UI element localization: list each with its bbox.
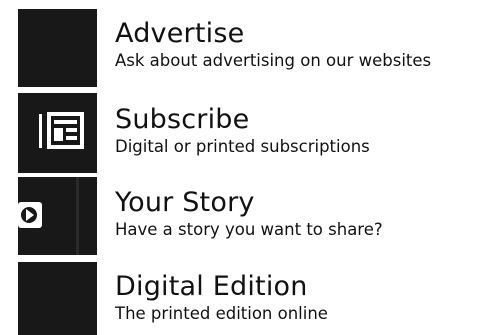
menu-item-title: Advertise	[115, 18, 245, 49]
menu-item-your-story[interactable]: Your Story Have a story you want to shar…	[18, 177, 478, 255]
blank-tile-icon	[18, 9, 97, 87]
menu-item-subtitle: Digital or printed subscriptions	[115, 137, 370, 156]
newspaper-icon	[18, 93, 97, 173]
menu-item-text: Your Story Have a story you want to shar…	[115, 188, 480, 240]
menu-item-subscribe[interactable]: Subscribe Digital or printed subscriptio…	[18, 93, 478, 173]
menu-item-text: Subscribe Digital or printed subscriptio…	[115, 105, 480, 157]
play-story-icon	[18, 177, 97, 255]
menu-item-subtitle: Ask about advertising on our websites	[115, 51, 432, 70]
menu-item-digital-edition[interactable]: Digital Edition The printed edition onli…	[18, 262, 478, 335]
menu-item-title: Your Story	[115, 187, 255, 218]
menu-item-title: Subscribe	[115, 104, 250, 135]
menu-item-title: Digital Edition	[115, 271, 308, 302]
menu-item-subtitle: The printed edition online	[115, 304, 328, 323]
blank-tile-icon	[18, 262, 97, 335]
menu-item-advertise[interactable]: Advertise Ask about advertising on our w…	[18, 9, 478, 87]
services-menu: Advertise Ask about advertising on our w…	[0, 0, 486, 335]
menu-item-subtitle: Have a story you want to share?	[115, 220, 383, 239]
menu-item-text: Digital Edition The printed edition onli…	[115, 272, 480, 324]
menu-item-text: Advertise Ask about advertising on our w…	[115, 19, 480, 71]
